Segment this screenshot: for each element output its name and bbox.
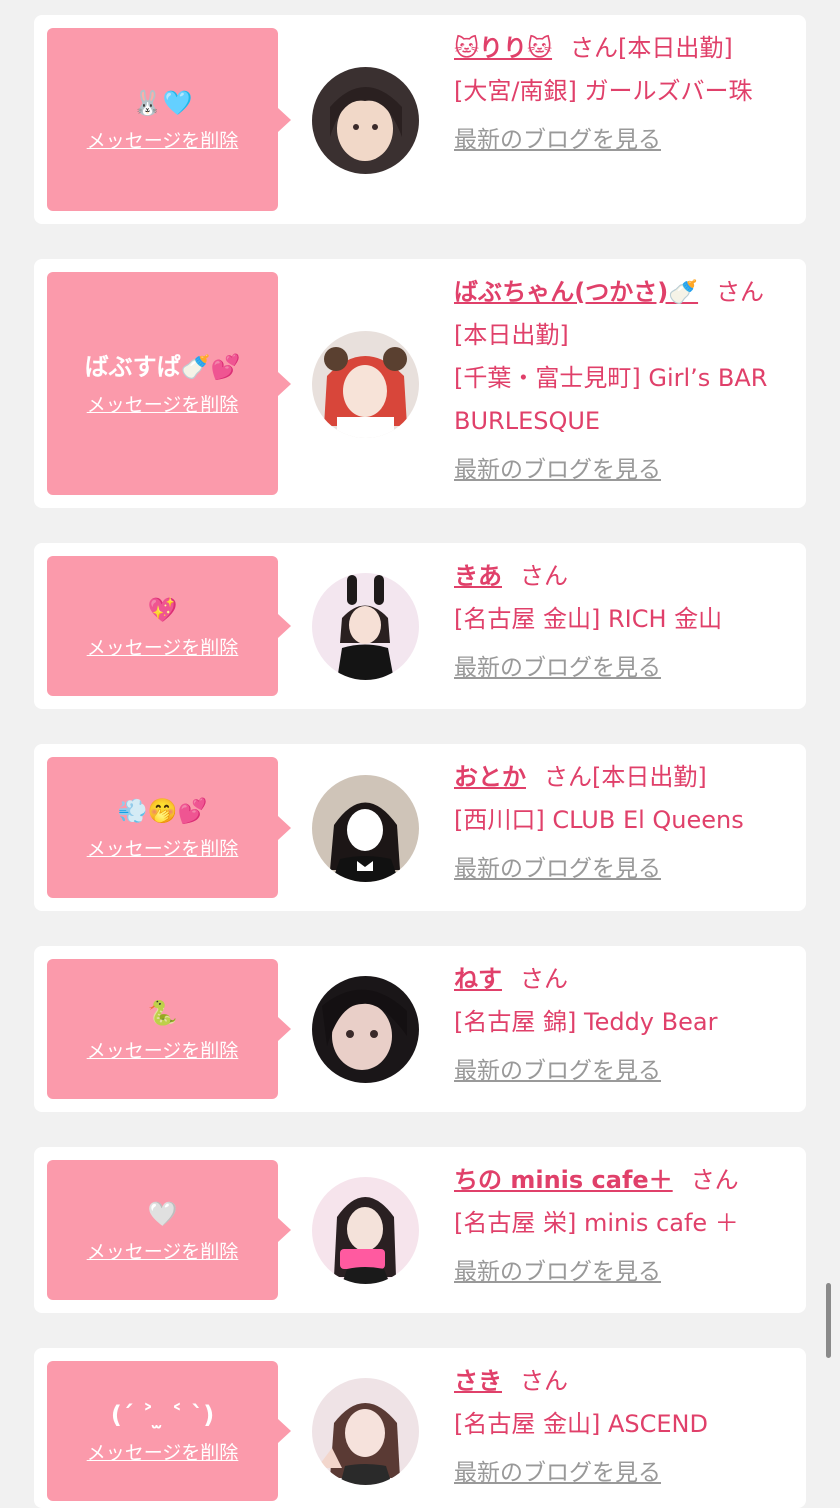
latest-blog-link[interactable]: 最新のブログを見る (454, 119, 794, 162)
cast-info: きあ さん [名古屋 金山] RICH 金山 最新のブログを見る (454, 555, 794, 690)
shop-name: [名古屋 金山] ASCEND (454, 1410, 708, 1438)
message-bubble: 🐰🩵 メッセージを削除 (47, 28, 291, 211)
cast-avatar[interactable] (312, 573, 419, 680)
delete-message-link[interactable]: メッセージを削除 (87, 126, 239, 153)
message-bubble: ばぶすぱ🍼💕 メッセージを削除 (47, 272, 291, 495)
attendance-status: [本日出勤] (618, 34, 733, 62)
delete-message-link[interactable]: メッセージを削除 (87, 390, 239, 417)
shop-name: [名古屋 錦] Teddy Bear (454, 1008, 718, 1036)
message-card: ばぶすぱ🍼💕 メッセージを削除 ばぶちゃん(つかさ)🍼 さん [本日出勤] [千葉・… (34, 259, 806, 508)
message-card: 💖 メッセージを削除 きあ さん [名古屋 金山] RICH 金山 最新のブログを… (34, 543, 806, 709)
message-card: 💨🤭💕 メッセージを削除 おとか さん[本日出勤] [西川口] CLUB El Q… (34, 744, 806, 911)
honorific: さん (520, 1367, 568, 1395)
latest-blog-link[interactable]: 最新のブログを見る (454, 1050, 794, 1093)
cast-name-link[interactable]: さき (454, 1367, 502, 1395)
shop-name: [名古屋 栄] minis cafe ＋ (454, 1209, 739, 1237)
cast-name-link[interactable]: きあ (454, 562, 502, 590)
latest-blog-link[interactable]: 最新のブログを見る (454, 1452, 794, 1495)
message-text: ばぶすぱ🍼💕 (84, 353, 241, 381)
delete-message-link[interactable]: メッセージを削除 (87, 834, 239, 861)
shop-name: [西川口] CLUB El Queens (454, 806, 744, 834)
cast-avatar[interactable] (312, 1378, 419, 1485)
cast-avatar[interactable] (312, 1177, 419, 1284)
attendance-status: [本日出勤] (592, 763, 707, 791)
cast-avatar[interactable] (312, 976, 419, 1083)
cast-info: 🐱りり🐱 さん[本日出勤] [大宮/南銀] ガールズバー珠 最新のブログを見る (454, 27, 794, 162)
vertical-scrollbar[interactable] (826, 1283, 831, 1358)
message-text: 🐍 (147, 998, 178, 1027)
message-text: 🤍 (147, 1199, 178, 1228)
message-bubble: 💨🤭💕 メッセージを削除 (47, 757, 291, 898)
message-bubble: (ˊ ˃ ̫ ˂ ˋ) メッセージを削除 (47, 1361, 291, 1501)
message-text: (ˊ ˃ ̫ ˂ ˋ) (110, 1400, 215, 1429)
delete-message-link[interactable]: メッセージを削除 (87, 1036, 239, 1063)
cast-avatar[interactable] (312, 775, 419, 882)
cast-name-link[interactable]: 🐱りり🐱 (454, 34, 552, 62)
delete-message-link[interactable]: メッセージを削除 (87, 633, 239, 660)
cast-name-link[interactable]: ちの minis cafe＋ (454, 1166, 673, 1194)
message-card: 🤍 メッセージを削除 ちの minis cafe＋ さん [名古屋 栄] mini… (34, 1147, 806, 1313)
cast-info: ばぶちゃん(つかさ)🍼 さん [本日出勤] [千葉・富士見町] Girl’s BAR… (454, 271, 794, 492)
cast-info: おとか さん[本日出勤] [西川口] CLUB El Queens 最新のブログを… (454, 756, 794, 891)
cast-avatar[interactable] (312, 331, 419, 438)
latest-blog-link[interactable]: 最新のブログを見る (454, 647, 794, 690)
latest-blog-link[interactable]: 最新のブログを見る (454, 848, 794, 891)
shop-name: [名古屋 金山] RICH 金山 (454, 605, 723, 633)
cast-avatar[interactable] (312, 67, 419, 174)
cast-info: ねす さん [名古屋 錦] Teddy Bear 最新のブログを見る (454, 958, 794, 1093)
latest-blog-link[interactable]: 最新のブログを見る (454, 449, 794, 492)
message-bubble: 🐍 メッセージを削除 (47, 959, 291, 1099)
honorific: さん (520, 965, 568, 993)
cast-info: さき さん [名古屋 金山] ASCEND 最新のブログを見る (454, 1360, 794, 1495)
shop-name: [千葉・富士見町] Girl’s BAR BURLESQUE (454, 364, 768, 435)
delete-message-link[interactable]: メッセージを削除 (87, 1237, 239, 1264)
message-card: 🐰🩵 メッセージを削除 🐱りり🐱 さん[本日出勤] [大宮/南銀] ガールズバー珠… (34, 15, 806, 224)
latest-blog-link[interactable]: 最新のブログを見る (454, 1251, 794, 1294)
message-bubble: 💖 メッセージを削除 (47, 556, 291, 696)
message-text: 🐰🩵 (132, 89, 193, 117)
message-text: 💨🤭💕 (117, 797, 208, 825)
message-text: 💖 (147, 595, 178, 624)
attendance-status: [本日出勤] (454, 321, 569, 349)
honorific: さん (716, 278, 765, 306)
honorific: さん (544, 763, 592, 791)
honorific: さん (570, 34, 619, 62)
cast-info: ちの minis cafe＋ さん [名古屋 栄] minis cafe ＋ 最新… (454, 1159, 794, 1294)
cast-name-link[interactable]: おとか (454, 763, 526, 791)
cast-name-link[interactable]: ねす (454, 965, 502, 993)
message-card: 🐍 メッセージを削除 ねす さん [名古屋 錦] Teddy Bear 最新のブロ… (34, 946, 806, 1112)
shop-name: [大宮/南銀] ガールズバー珠 (454, 77, 753, 105)
message-card: (ˊ ˃ ̫ ˂ ˋ) メッセージを削除 さき さん [名古屋 金山] ASCEN… (34, 1348, 806, 1508)
honorific: さん (690, 1166, 739, 1194)
message-bubble: 🤍 メッセージを削除 (47, 1160, 291, 1300)
cast-name-link[interactable]: ばぶちゃん(つかさ)🍼 (454, 278, 698, 306)
honorific: さん (520, 562, 568, 590)
delete-message-link[interactable]: メッセージを削除 (87, 1438, 239, 1465)
